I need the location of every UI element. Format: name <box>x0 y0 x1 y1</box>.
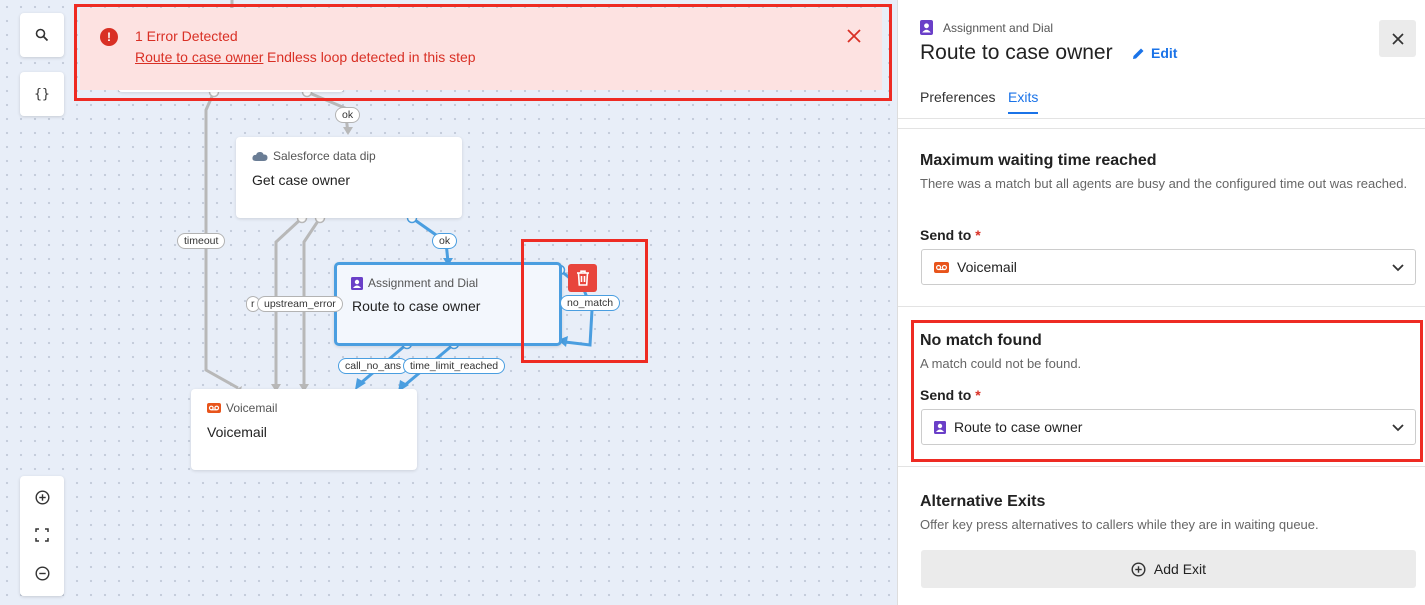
pencil-icon <box>1133 48 1144 59</box>
edge-label-upstream-error[interactable]: upstream_error <box>257 296 343 312</box>
search-button[interactable] <box>20 13 64 57</box>
highlight-error-banner <box>74 4 892 101</box>
node-type-label: Voicemail <box>226 401 278 415</box>
add-circle-icon <box>1131 561 1146 577</box>
search-icon <box>35 28 49 42</box>
assignment-icon <box>351 276 363 290</box>
edge-label-call-no-answer[interactable]: call_no_ans <box>338 358 409 374</box>
edge-label-time-limit-reached[interactable]: time_limit_reached <box>403 358 506 374</box>
node-voicemail[interactable]: Voicemail Voicemail <box>191 389 417 470</box>
edge-label-ok[interactable]: ok <box>335 107 361 123</box>
node-title: Get case owner <box>252 172 351 188</box>
node-title: Voicemail <box>207 424 267 440</box>
zoom-out-icon <box>34 565 50 581</box>
section-divider <box>898 466 1425 467</box>
add-exit-button[interactable]: Add Exit <box>921 550 1416 588</box>
select-value: Voicemail <box>957 259 1017 275</box>
zoom-controls <box>20 476 64 596</box>
node-salesforce-data-dip[interactable]: Salesforce data dip Get case owner <box>236 137 462 218</box>
cloud-icon <box>252 151 268 161</box>
node-type-label: Assignment and Dial <box>368 276 479 290</box>
highlight-loop <box>521 239 648 363</box>
section-title-max-wait: Maximum waiting time reached <box>920 152 1157 169</box>
section-desc-alt-exits: Offer key press alternatives to callers … <box>920 517 1319 532</box>
edit-label: Edit <box>1151 45 1178 61</box>
zoom-in-icon <box>34 489 50 505</box>
step-properties-panel: Assignment and Dial Route to case owner … <box>897 0 1425 605</box>
close-panel-button[interactable] <box>1379 20 1416 57</box>
variables-button[interactable]: {} <box>20 72 64 116</box>
section-divider <box>898 128 1425 129</box>
voicemail-icon <box>934 261 949 273</box>
add-exit-label: Add Exit <box>1153 561 1207 577</box>
panel-node-type: Assignment and Dial <box>943 20 1054 35</box>
node-type-label: Salesforce data dip <box>273 149 376 163</box>
braces-icon: {} <box>34 86 50 102</box>
fit-view-button[interactable] <box>20 520 64 550</box>
flow-canvas[interactable]: {} Salesforce data dip Get case owner As… <box>0 0 897 605</box>
section-title-alt-exits: Alternative Exits <box>920 493 1046 510</box>
chevron-down-icon <box>1392 264 1404 272</box>
section-divider <box>898 306 1425 307</box>
edge-label-ok[interactable]: ok <box>432 233 458 249</box>
tab-exits[interactable]: Exits <box>1008 89 1039 114</box>
panel-title: Route to case owner <box>920 41 1113 64</box>
node-title: Route to case owner <box>352 298 481 314</box>
send-to-select-max-wait[interactable]: Voicemail <box>921 249 1416 285</box>
section-desc-max-wait: There was a match but all agents are bus… <box>920 176 1408 191</box>
zoom-in-button[interactable] <box>20 482 64 512</box>
edge-label-timeout[interactable]: timeout <box>177 233 226 249</box>
send-to-label: Send to * <box>920 227 981 243</box>
tab-preferences[interactable]: Preferences <box>920 89 995 105</box>
close-icon <box>1391 32 1404 45</box>
zoom-out-button[interactable] <box>20 558 64 588</box>
assignment-icon <box>920 20 933 35</box>
highlight-no-match-section <box>911 320 1423 462</box>
tabs-divider <box>898 118 1425 119</box>
edit-button[interactable]: Edit <box>1132 45 1177 61</box>
voicemail-icon <box>207 403 221 413</box>
fit-view-icon <box>35 528 49 542</box>
